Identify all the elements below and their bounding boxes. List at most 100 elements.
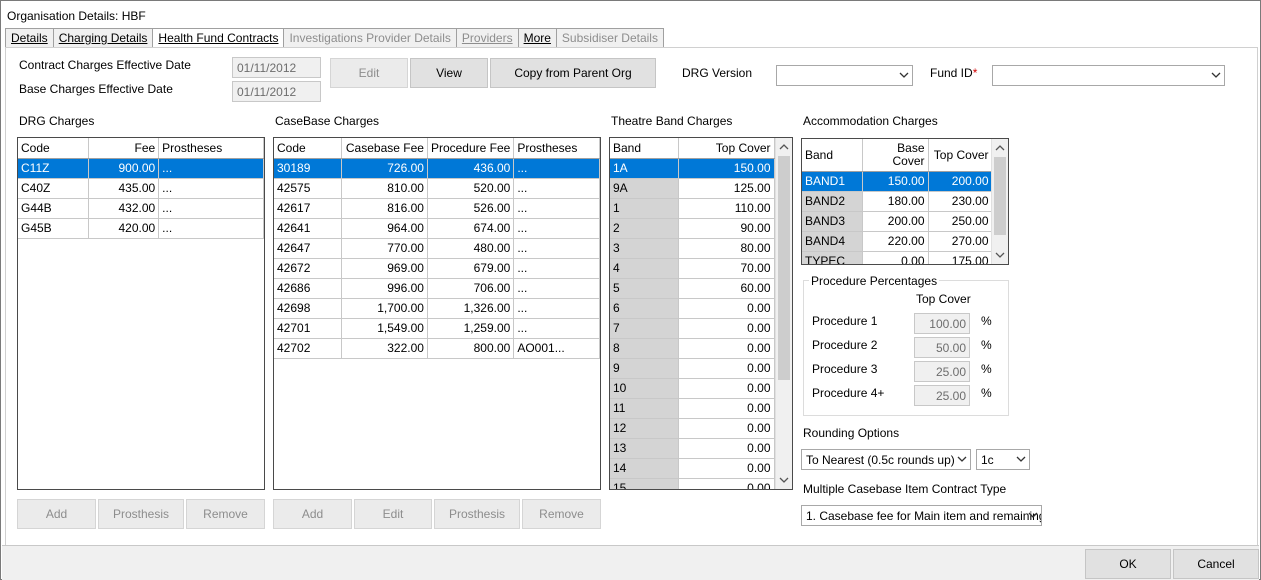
tab-charging-details[interactable]: Charging Details [52,28,154,47]
table-row[interactable]: 30189 726.00 436.00... [274,158,600,179]
casebase-remove-button[interactable]: Remove [522,499,601,529]
table-row[interactable]: 42641 964.00 674.00... [274,218,600,239]
table-row[interactable]: BAND3 200.00 250.00 [802,211,993,232]
rounding-mode-select[interactable]: To Nearest (0.5c rounds up) [801,449,971,470]
col-base-cover[interactable]: Base Cover [862,139,929,172]
table-row[interactable]: 42702 322.00 800.00 AO001... [274,338,600,359]
base-date-field[interactable]: 01/11/2012 [232,81,321,102]
cell-top-cover[interactable]: 270.00 [928,231,993,252]
table-row[interactable]: BAND1 150.00 200.00 [802,171,993,192]
casebase-edit-button[interactable]: Edit [354,499,432,529]
procedure-1-field[interactable]: 100.00 [914,313,970,334]
table-row[interactable]: C40Z 435.00... [18,178,264,199]
tab-providers[interactable]: Providers [455,28,519,47]
cell-top-cover[interactable]: 110.00 [678,198,775,219]
cell-prostheses[interactable]: ... [513,158,600,179]
cell-base-cover[interactable]: 0.00 [862,251,929,264]
table-row[interactable]: 7 0.00 [610,318,775,339]
table-row[interactable]: BAND4 220.00 270.00 [802,231,993,252]
cell-prostheses[interactable]: ... [513,238,600,259]
ok-button[interactable]: OK [1085,549,1171,579]
cell-prostheses[interactable]: AO001... [513,338,600,359]
table-row[interactable]: 42672 969.00 679.00... [274,258,600,279]
cell-top-cover[interactable]: 250.00 [928,211,993,232]
table-row[interactable]: 42617 816.00 526.00... [274,198,600,219]
cell-top-cover[interactable]: 0.00 [678,438,775,459]
col-band[interactable]: Band [802,139,863,172]
table-row[interactable]: BAND2 180.00 230.00 [802,191,993,212]
table-row[interactable]: 42575 810.00 520.00... [274,178,600,199]
table-row[interactable]: 15 0.00 [610,478,775,489]
cell-top-cover[interactable]: 150.00 [678,158,775,179]
multi-casebase-select[interactable]: 1. Casebase fee for Main item and remain… [801,505,1042,526]
col-prostheses[interactable]: Prostheses [158,138,264,159]
table-row[interactable]: 4 70.00 [610,258,775,279]
col-code[interactable]: Code [18,138,90,159]
cancel-button[interactable]: Cancel [1173,549,1259,579]
cell-top-cover[interactable]: 80.00 [678,238,775,259]
tab-subsidiser-details[interactable]: Subsidiser Details [555,28,664,47]
table-row[interactable]: 1A 150.00 [610,158,775,179]
contract-date-field[interactable]: 01/11/2012 [232,57,321,78]
col-band[interactable]: Band [610,138,679,159]
col-prostheses[interactable]: Prostheses [513,138,600,159]
cell-top-cover[interactable]: 60.00 [678,278,775,299]
casebase-prosthesis-button[interactable]: Prosthesis [434,499,520,529]
drg-add-button[interactable]: Add [17,499,96,529]
copy-from-parent-button[interactable]: Copy from Parent Org [490,58,656,88]
table-row[interactable]: 12 0.00 [610,418,775,439]
cell-top-cover[interactable]: 0.00 [678,418,775,439]
table-row[interactable]: 42686 996.00 706.00... [274,278,600,299]
cell-prostheses[interactable]: ... [158,218,264,239]
chevron-up-icon[interactable] [779,143,789,151]
table-row[interactable]: 9A 125.00 [610,178,775,199]
drg-prosthesis-button[interactable]: Prosthesis [98,499,184,529]
cell-top-cover[interactable]: 125.00 [678,178,775,199]
col-procedure-fee[interactable]: Procedure Fee [427,138,515,159]
rounding-unit-select[interactable]: 1c [976,449,1030,470]
table-row[interactable]: 1 110.00 [610,198,775,219]
cell-base-cover[interactable]: 150.00 [862,171,929,192]
table-row[interactable]: 14 0.00 [610,458,775,479]
cell-prostheses[interactable]: ... [513,178,600,199]
cell-top-cover[interactable]: 175.00 [928,251,993,264]
table-row[interactable]: 6 0.00 [610,298,775,319]
theatre-scrollbar[interactable] [775,138,792,489]
table-row[interactable]: 2 90.00 [610,218,775,239]
cell-top-cover[interactable]: 0.00 [678,338,775,359]
cell-top-cover[interactable]: 0.00 [678,378,775,399]
table-row[interactable]: 11 0.00 [610,398,775,419]
cell-prostheses[interactable]: ... [158,198,264,219]
chevron-down-icon[interactable] [995,251,1005,259]
cell-top-cover[interactable]: 0.00 [678,318,775,339]
cell-prostheses[interactable]: ... [513,298,600,319]
cell-base-cover[interactable]: 200.00 [862,211,929,232]
procedure-3-field[interactable]: 25.00 [914,361,970,382]
view-button[interactable]: View [410,58,488,88]
col-fee[interactable]: Fee [88,138,160,159]
table-row[interactable]: 5 60.00 [610,278,775,299]
drg-version-select[interactable] [776,65,913,86]
tab-details[interactable]: Details [5,28,54,47]
procedure-2-field[interactable]: 50.00 [914,337,970,358]
scroll-thumb[interactable] [778,156,790,380]
col-top-cover[interactable]: Top Cover [678,138,775,159]
fund-id-select[interactable] [992,65,1225,86]
cell-prostheses[interactable]: ... [158,158,264,179]
procedure-4-field[interactable]: 25.00 [914,385,970,406]
cell-base-cover[interactable]: 220.00 [862,231,929,252]
cell-prostheses[interactable]: ... [513,218,600,239]
tab-investigations-provider-details[interactable]: Investigations Provider Details [283,28,457,47]
cell-top-cover[interactable]: 0.00 [678,398,775,419]
chevron-up-icon[interactable] [995,144,1005,152]
table-row[interactable]: G44B 432.00... [18,198,264,219]
cell-top-cover[interactable]: 200.00 [928,171,993,192]
cell-top-cover[interactable]: 90.00 [678,218,775,239]
col-code[interactable]: Code [274,138,342,159]
cell-prostheses[interactable]: ... [513,198,600,219]
table-row[interactable]: G45B 420.00... [18,218,264,239]
edit-button[interactable]: Edit [330,58,408,88]
scroll-thumb[interactable] [994,157,1006,235]
table-row[interactable]: 10 0.00 [610,378,775,399]
cell-top-cover[interactable]: 0.00 [678,358,775,379]
